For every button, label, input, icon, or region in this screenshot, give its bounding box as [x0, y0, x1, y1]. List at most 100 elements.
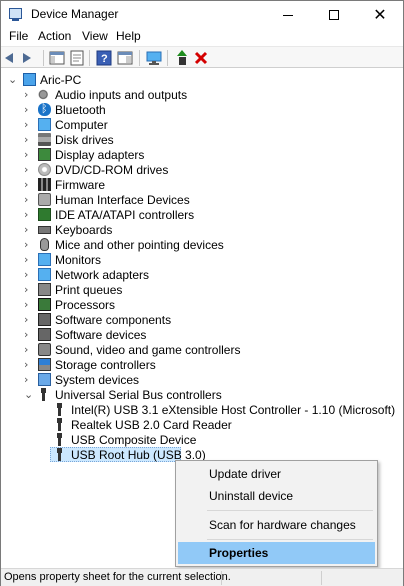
expand-chevron-icon[interactable]: › — [24, 192, 35, 207]
expand-chevron-icon[interactable]: › — [24, 297, 35, 312]
action-pane-button[interactable] — [117, 50, 133, 66]
tree-category-label: System devices — [55, 373, 140, 387]
help-button[interactable]: ? — [96, 50, 112, 66]
back-button[interactable] — [5, 50, 21, 66]
expand-chevron-icon[interactable]: › — [24, 252, 35, 267]
device-manager-icon — [9, 8, 22, 21]
show-hide-console-tree-button[interactable] — [49, 50, 65, 66]
forward-button[interactable] — [23, 50, 39, 66]
expand-chevron-icon[interactable]: › — [24, 177, 35, 192]
tree-category-label: Bluetooth — [55, 103, 106, 117]
tree-category[interactable]: › Sound, video and game controllers — [2, 342, 402, 357]
menu-view[interactable]: View — [82, 29, 108, 43]
tree-category[interactable]: › Monitors — [2, 252, 402, 267]
tree-category[interactable]: › Mice and other pointing devices — [2, 237, 402, 252]
uninstall-device-icon — [194, 51, 208, 65]
tree-category[interactable]: › Computer — [2, 117, 402, 132]
expand-chevron-icon[interactable]: › — [24, 237, 35, 252]
tree-category-label: DVD/CD-ROM drives — [55, 163, 169, 177]
toolbar-separator — [139, 50, 140, 66]
expand-chevron-icon[interactable]: › — [24, 327, 35, 342]
tree-device[interactable]: Realtek USB 2.0 Card Reader — [2, 417, 402, 432]
expand-chevron-icon[interactable]: › — [24, 147, 35, 162]
expand-chevron-icon[interactable]: › — [24, 282, 35, 297]
tree-category[interactable]: › Bluetooth — [2, 102, 402, 117]
bluetooth-icon — [38, 102, 51, 116]
title-bar[interactable]: Device Manager ✕ — [1, 1, 403, 28]
menu-update-driver[interactable]: Update driver — [178, 463, 375, 485]
software-component-icon — [38, 313, 51, 326]
tree-category[interactable]: › Processors — [2, 297, 402, 312]
expand-chevron-icon[interactable]: › — [24, 312, 35, 327]
display-adapter-icon — [38, 148, 51, 161]
computer-icon — [23, 73, 36, 86]
tree-device[interactable]: USB Composite Device — [2, 432, 402, 447]
tree-category[interactable]: › Software devices — [2, 327, 402, 342]
update-driver-button[interactable] — [175, 50, 191, 66]
menu-file[interactable]: File — [9, 29, 28, 43]
tree-category[interactable]: › DVD/CD-ROM drives — [2, 162, 402, 177]
expand-chevron-icon[interactable]: › — [24, 357, 35, 372]
expand-chevron-icon[interactable]: › — [24, 132, 35, 147]
maximize-button[interactable] — [311, 1, 357, 28]
expand-chevron-icon[interactable]: › — [24, 372, 35, 387]
expand-chevron-icon[interactable]: › — [24, 342, 35, 357]
tree-category[interactable]: › Network adapters — [2, 267, 402, 282]
expand-chevron-icon[interactable]: › — [24, 87, 35, 102]
menu-action[interactable]: Action — [38, 29, 71, 43]
network-adapter-icon — [38, 268, 51, 281]
scan-hardware-button[interactable] — [146, 50, 162, 66]
expand-chevron-icon[interactable]: › — [24, 162, 35, 177]
software-device-icon — [38, 328, 51, 341]
tree-category-label: Display adapters — [55, 148, 145, 162]
system-device-icon — [38, 373, 51, 386]
ide-controller-icon — [38, 208, 51, 221]
tree-category-label: Storage controllers — [55, 358, 156, 372]
expand-chevron-icon[interactable]: › — [24, 207, 35, 222]
tree-category[interactable]: › System devices — [2, 372, 402, 387]
expand-chevron-icon[interactable]: › — [24, 267, 35, 282]
menu-uninstall-device[interactable]: Uninstall device — [178, 485, 375, 507]
close-button[interactable]: ✕ — [357, 1, 403, 28]
menu-help[interactable]: Help — [116, 29, 141, 43]
tree-category-label: Keyboards — [55, 223, 113, 237]
tree-category[interactable]: › IDE ATA/ATAPI controllers — [2, 207, 402, 222]
tree-category-label: Software devices — [55, 328, 147, 342]
collapse-chevron-icon[interactable]: ⌄ — [8, 72, 19, 87]
tree-device[interactable]: Intel(R) USB 3.1 eXtensible Host Control… — [2, 402, 402, 417]
toolbar-separator — [167, 50, 168, 66]
tree-category[interactable]: › Software components — [2, 312, 402, 327]
tree-category[interactable]: › Storage controllers — [2, 357, 402, 372]
context-menu: Update driver Uninstall device Scan for … — [175, 460, 378, 567]
tree-category[interactable]: › Print queues — [2, 282, 402, 297]
menu-properties[interactable]: Properties — [178, 542, 375, 564]
tree-category[interactable]: › Human Interface Devices — [2, 192, 402, 207]
device-manager-window: Device Manager ✕ File Action View Help ? — [0, 0, 404, 586]
expand-chevron-icon[interactable]: › — [24, 222, 35, 237]
status-divider — [221, 571, 222, 585]
dvd-drive-icon — [38, 163, 51, 176]
tree-category-label: Software components — [55, 313, 172, 327]
usb-icon — [54, 448, 67, 461]
collapse-chevron-icon[interactable]: ⌄ — [24, 387, 35, 402]
tree-root[interactable]: ⌄ Aric-PC — [2, 72, 402, 87]
tree-device-label: Intel(R) USB 3.1 eXtensible Host Control… — [71, 403, 396, 417]
expand-chevron-icon[interactable]: › — [24, 102, 35, 117]
uninstall-device-button[interactable] — [193, 50, 209, 66]
tree-category[interactable]: › Audio inputs and outputs — [2, 87, 402, 102]
tree-category[interactable]: › Display adapters — [2, 147, 402, 162]
tree-category[interactable]: › Disk drives — [2, 132, 402, 147]
tree-category-expanded[interactable]: ⌄ Universal Serial Bus controllers — [2, 387, 402, 402]
tree-category[interactable]: › Firmware — [2, 177, 402, 192]
tree-category[interactable]: › Keyboards — [2, 222, 402, 237]
expand-chevron-icon[interactable]: › — [24, 117, 35, 132]
tree-root-label: Aric-PC — [40, 73, 82, 87]
menu-scan-hardware[interactable]: Scan for hardware changes — [178, 514, 375, 536]
tree-category-label: Disk drives — [55, 133, 114, 147]
back-icon — [5, 53, 13, 63]
usb-icon — [38, 388, 51, 401]
minimize-button[interactable] — [265, 1, 311, 28]
tree-device-label: USB Composite Device — [71, 433, 197, 447]
tree-category-label: Computer — [55, 118, 108, 132]
properties-button[interactable] — [69, 50, 85, 66]
